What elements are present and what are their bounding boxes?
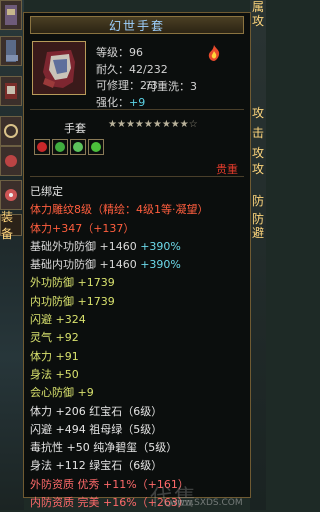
right-label: 攻 <box>251 106 264 120</box>
attribute-text: 毒抗性 +50 纯净碧玺（5级） <box>30 441 178 455</box>
star-filled-icon: ★ <box>125 119 135 130</box>
item-level: 等级：96 <box>96 46 143 59</box>
right-sidebar: 属 攻 攻 击 攻 攻 防 防 避 <box>250 0 266 510</box>
glove-icon <box>5 83 17 99</box>
attribute-text: 体力雕纹8级（精绘：4级1等·凝望） <box>30 203 209 217</box>
attribute-line: 闪避 +324 <box>30 311 209 329</box>
attribute-line: 体力 +206 红宝石（6级） <box>30 403 209 421</box>
attribute-text: 灵气 +92 <box>30 331 79 345</box>
star-empty-icon: ☆ <box>188 119 198 130</box>
item-icon-frame <box>32 41 86 95</box>
attribute-line: 外功防御 +1739 <box>30 274 209 292</box>
gem-icon <box>91 142 101 152</box>
divider <box>30 109 244 110</box>
right-label: 击 <box>251 126 264 140</box>
attribute-line: 体力 +91 <box>30 348 209 366</box>
attribute-text: 体力+347（+137） <box>30 221 135 235</box>
star-filled-icon: ★ <box>152 119 162 130</box>
refine-value: +9 <box>129 95 146 109</box>
attribute-line: 闪避 +494 祖母绿（5级） <box>30 421 209 439</box>
attribute-line: 身法 +50 <box>30 366 209 384</box>
attribute-text: 会心防御 +9 <box>30 386 94 400</box>
equipment-tab[interactable]: 装备 <box>0 210 22 241</box>
armor-icon <box>5 5 17 25</box>
right-label: 攻 <box>251 162 264 176</box>
equip-slot-1[interactable] <box>0 0 22 30</box>
star-filled-icon: ★ <box>134 119 144 130</box>
item-type: 手套 <box>64 122 86 135</box>
attribute-line: 体力雕纹8级（精绘：4级1等·凝望） <box>30 201 209 219</box>
equip-slot-5[interactable] <box>0 146 22 176</box>
equip-slot-6[interactable] <box>0 180 22 210</box>
attribute-line: 会心防御 +9 <box>30 384 209 402</box>
attribute-text: 基础内功防御 +1460 <box>30 258 141 272</box>
item-price-tier: 贵重 <box>216 163 238 176</box>
star-filled-icon: ★ <box>143 119 153 130</box>
boots-icon <box>6 40 18 62</box>
gem-icon <box>37 142 47 152</box>
gem-slot-icon[interactable] <box>34 139 50 155</box>
right-label: 攻 <box>251 146 264 160</box>
attribute-text: 体力 +206 红宝石（6级） <box>30 404 163 418</box>
item-durability: 耐久：42/232 <box>96 62 168 76</box>
right-label: 防 <box>251 212 264 226</box>
gem-slots <box>34 139 104 155</box>
attribute-text: 体力 +91 <box>30 349 79 363</box>
attribute-line: 毒抗性 +50 纯净碧玺（5级） <box>30 439 209 457</box>
equip-slot-2[interactable] <box>0 36 22 66</box>
gem-icon <box>73 142 83 152</box>
attribute-text: 身法 +50 <box>30 367 79 381</box>
attribute-line: 基础内功防御 +1460 +390% <box>30 256 209 274</box>
attribute-text: 外功防御 +1739 <box>30 276 115 290</box>
item-title: 幻世手套 <box>108 18 165 33</box>
amulet-icon <box>5 189 17 201</box>
right-label: 防 <box>251 194 264 208</box>
attribute-line: 内功防御 +1739 <box>30 293 209 311</box>
attribute-line: 灵气 +92 <box>30 329 209 347</box>
attribute-text: 闪避 +494 祖母绿（5级） <box>30 422 163 436</box>
ring-icon <box>4 124 18 138</box>
attribute-text: 内功防御 +1739 <box>30 294 115 308</box>
title-bar: 幻世手套 <box>30 16 244 34</box>
right-label: 属 <box>251 0 264 14</box>
star-filled-icon: ★ <box>161 119 171 130</box>
right-label: 攻 <box>251 14 264 28</box>
star-rating: ★★★★★★★★★☆ <box>108 119 198 130</box>
pendant-icon <box>5 155 17 167</box>
right-label: 避 <box>251 226 264 240</box>
star-filled-icon: ★ <box>179 119 189 130</box>
star-filled-icon: ★ <box>108 119 117 130</box>
watermark-url: www.SXDS.COM <box>170 498 243 508</box>
gem-slot-icon[interactable] <box>70 139 86 155</box>
gem-slot-icon[interactable] <box>88 139 104 155</box>
attribute-bonus: +390% <box>140 239 181 253</box>
attribute-bonus: +390% <box>140 258 181 272</box>
attribute-text: 基础外功防御 +1460 <box>30 239 141 253</box>
attribute-line: 基础外功防御 +1460 +390% <box>30 238 209 256</box>
gem-icon <box>55 142 65 152</box>
attribute-text: 身法 +112 绿宝石（6级） <box>30 459 163 473</box>
left-sidebar: 装备 <box>0 0 24 510</box>
item-tooltip: 幻世手套 等级：96 耐久：42/232 可修理：2/3 强化：+9 可重洗：3… <box>23 12 251 509</box>
attribute-line: 体力+347（+137） <box>30 220 209 238</box>
attribute-line: 身法 +112 绿宝石（6级） <box>30 457 209 475</box>
glove-icon <box>33 42 85 94</box>
item-rewashable: 可重洗：3 <box>146 80 197 93</box>
gem-slot-icon[interactable] <box>52 139 68 155</box>
divider <box>30 176 244 177</box>
attribute-list: 已绑定体力雕纹8级（精绘：4级1等·凝望） 体力+347（+137） 基础外功防御 … <box>30 183 209 512</box>
star-filled-icon: ★ <box>116 119 126 130</box>
attribute-line: 已绑定 <box>30 183 209 201</box>
attribute-text: 已绑定 <box>30 185 63 198</box>
refine-label: 强化： <box>96 95 129 109</box>
equip-slot-4[interactable] <box>0 116 22 146</box>
attribute-text: 闪避 +324 <box>30 313 86 327</box>
star-filled-icon: ★ <box>170 119 180 130</box>
flame-badge-icon <box>208 45 220 61</box>
equip-slot-3[interactable] <box>0 76 22 106</box>
